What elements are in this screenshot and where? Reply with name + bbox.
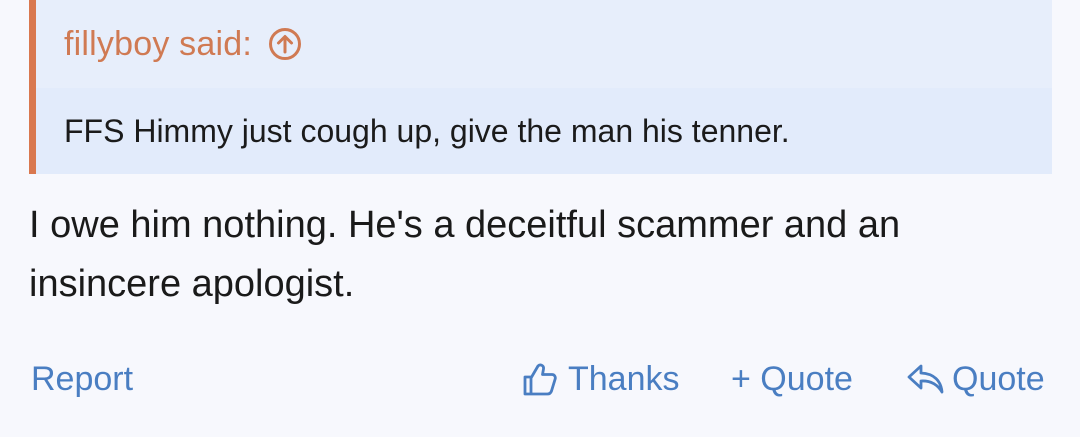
reply-quote-label: Quote <box>952 359 1045 398</box>
thanks-button[interactable]: Thanks <box>522 356 680 402</box>
quoted-post: fillyboy said: FFS Himmy just cough up, … <box>29 0 1052 174</box>
quote-header: fillyboy said: <box>36 0 1052 88</box>
thanks-label: Thanks <box>568 359 680 398</box>
quote-author[interactable]: fillyboy said: <box>64 25 252 64</box>
reply-arrow-icon <box>906 361 946 397</box>
quote-text: FFS Himmy just cough up, give the man hi… <box>64 112 790 149</box>
report-link[interactable]: Report <box>31 356 133 402</box>
thumbs-up-icon <box>522 361 558 397</box>
report-label: Report <box>31 359 134 398</box>
multi-quote-button[interactable]: + Quote <box>731 356 853 402</box>
reply-quote-button[interactable]: Quote <box>906 356 1045 402</box>
arrow-up-circle-icon[interactable] <box>268 27 302 61</box>
multi-quote-label: + Quote <box>731 359 853 398</box>
post-message: I owe him nothing. He's a deceitful scam… <box>29 204 901 305</box>
